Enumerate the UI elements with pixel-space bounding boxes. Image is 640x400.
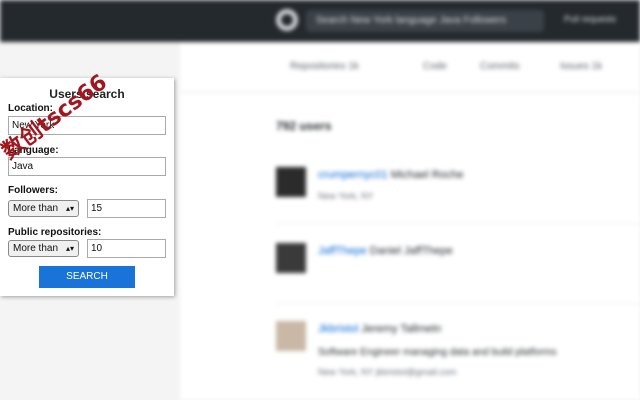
search-button[interactable]: SEARCH [39,266,135,288]
user-login-link[interactable]: Jkbristol [318,323,358,335]
user-bio: Software Engineer managing data and buil… [318,347,557,358]
tab-code[interactable]: Code [423,61,447,72]
repos-label: Public repositories: [8,227,102,238]
divider [276,303,640,304]
user-location: New York, NY [318,191,374,201]
language-input[interactable] [8,157,166,176]
tab-repositories[interactable]: Repositories 1k [290,61,359,72]
avatar[interactable] [276,321,306,351]
followers-label: Followers: [8,185,59,196]
results-tabs: Repositories 1k Code Commits Issues 1k [180,42,640,93]
user-name: Jeremy Tallmetn [361,323,442,335]
repos-operator-value: More than [13,243,59,254]
pull-requests-link[interactable]: Pull requests [564,14,616,24]
results-count: 792 users [276,119,332,133]
followers-operator-value: More than [13,203,59,214]
user-name: Daniel JaffThepe [369,245,453,257]
github-logo-icon[interactable] [276,9,298,31]
followers-operator-select[interactable]: More than ▴▾ [8,200,79,217]
avatar[interactable] [276,243,306,273]
results-list: 792 users crumpernyc01 Michael Roche New… [180,93,640,400]
tab-commits[interactable]: Commits [480,61,519,72]
users-search-popup: Users search Location: Language: Followe… [0,78,174,296]
tab-issues[interactable]: Issues 1k [560,61,602,72]
followers-count-input[interactable] [87,199,166,218]
user-name: Michael Roche [390,169,464,181]
chevron-updown-icon: ▴▾ [65,244,74,253]
divider [276,223,640,224]
avatar[interactable] [276,167,306,197]
top-navbar: Search New York language Java Followers … [0,0,640,42]
repos-operator-select[interactable]: More than ▴▾ [8,240,79,257]
chevron-updown-icon: ▴▾ [65,204,74,213]
user-login-link[interactable]: crumpernyc01 [318,169,388,181]
global-search-bar[interactable]: Search New York language Java Followers [306,10,544,32]
user-login-link[interactable]: JaffThepe [318,245,367,257]
repos-count-input[interactable] [87,239,166,258]
user-location: New York, NY jkbristol@gmail.com [318,367,457,377]
